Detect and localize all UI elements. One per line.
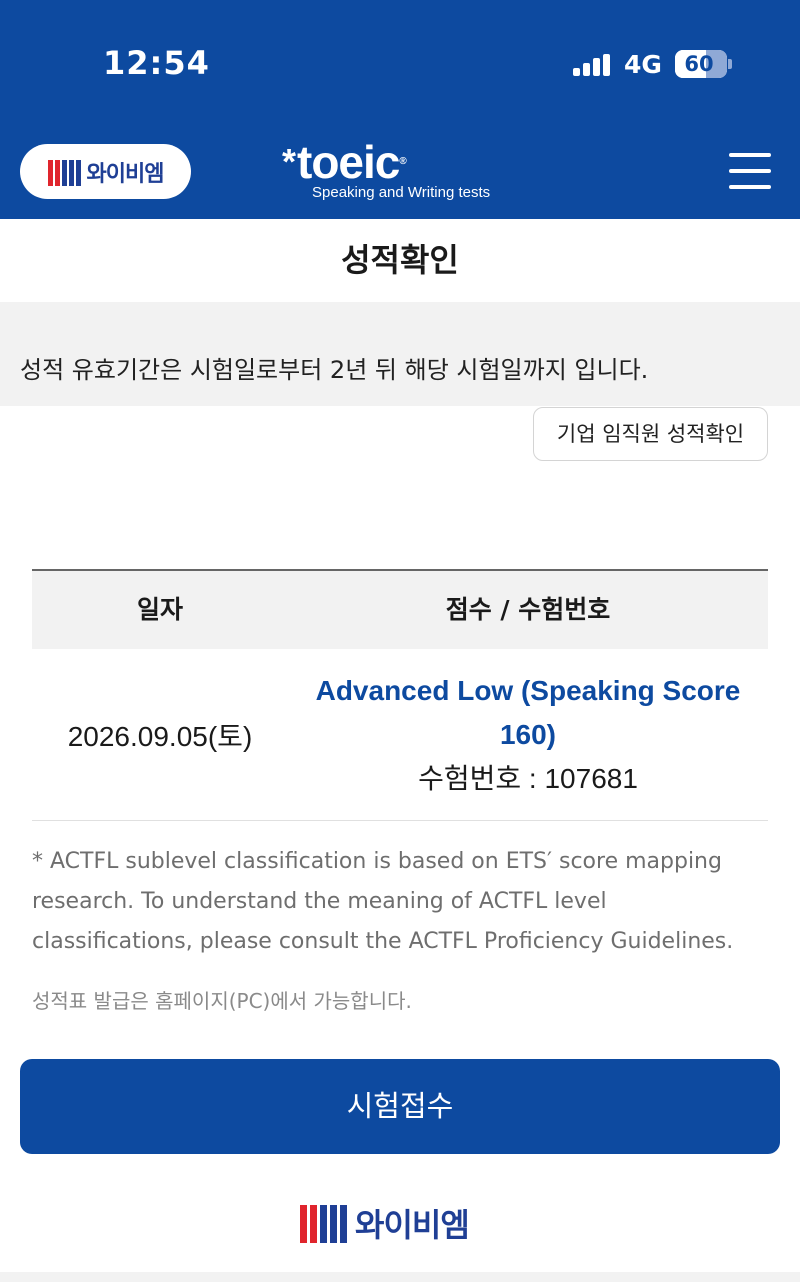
battery-tip [728, 59, 732, 69]
page-title: 성적확인 [341, 241, 459, 279]
battery-percent: 60 [684, 52, 714, 76]
signal-icon [573, 54, 613, 76]
toeic-wordmark: toeic [297, 136, 400, 188]
registered-mark: ® [399, 156, 406, 167]
score-cell: Advanced Low (Speaking Score 160) 수험번호 :… [288, 669, 768, 801]
test-date: 2026.09.05(토) [67, 720, 253, 752]
actfl-footnote: * ACTFL sublevel classification is based… [32, 849, 734, 954]
ybm-logo-button[interactable]: 와이비엠 [20, 144, 191, 199]
status-time: 12:54 [103, 44, 210, 82]
column-header-score: 점수 / 수험번호 [445, 595, 611, 624]
toeic-star-icon: * [282, 141, 296, 182]
top-header: 12:54 4G 60 와이비엠 *toeic® Speaking and Wr… [0, 0, 800, 219]
column-header-date: 일자 [136, 595, 183, 624]
ybm-logo-icon [300, 1203, 347, 1243]
validity-notice: 성적 유효기간은 시험일로부터 2년 뒤 해당 시험일까지 입니다. [0, 302, 800, 406]
toeic-subtitle: Speaking and Writing tests [312, 184, 491, 201]
table-row: 2026.09.05(토) Advanced Low (Speaking Sco… [32, 649, 768, 821]
corporate-score-button[interactable]: 기업 임직원 성적확인 [533, 407, 768, 461]
score-level-link[interactable]: Advanced Low (Speaking Score 160) [288, 669, 768, 757]
toeic-logo[interactable]: *toeic® Speaking and Writing tests [282, 136, 490, 201]
footer-ybm-logo: 와이비엠 [300, 1200, 470, 1246]
footer-logo-text: 와이비엠 [355, 1206, 470, 1244]
score-table: 일자 점수 / 수험번호 2026.09.05(토) Advanced Low … [32, 569, 768, 821]
table-header: 일자 점수 / 수험번호 [32, 571, 768, 649]
ybm-logo-icon [47, 158, 81, 186]
ybm-logo-text: 와이비엠 [86, 161, 165, 187]
battery-icon: 60 [675, 50, 727, 78]
apply-test-button[interactable]: 시험접수 [20, 1059, 780, 1154]
network-type: 4G [624, 50, 662, 79]
bottom-strip [0, 1272, 800, 1282]
pc-issue-note: 성적표 발급은 홈페이지(PC)에서 가능합니다. [32, 989, 412, 1013]
hamburger-menu-icon[interactable] [729, 153, 771, 189]
registration-number: 수험번호 : 107681 [418, 762, 638, 794]
